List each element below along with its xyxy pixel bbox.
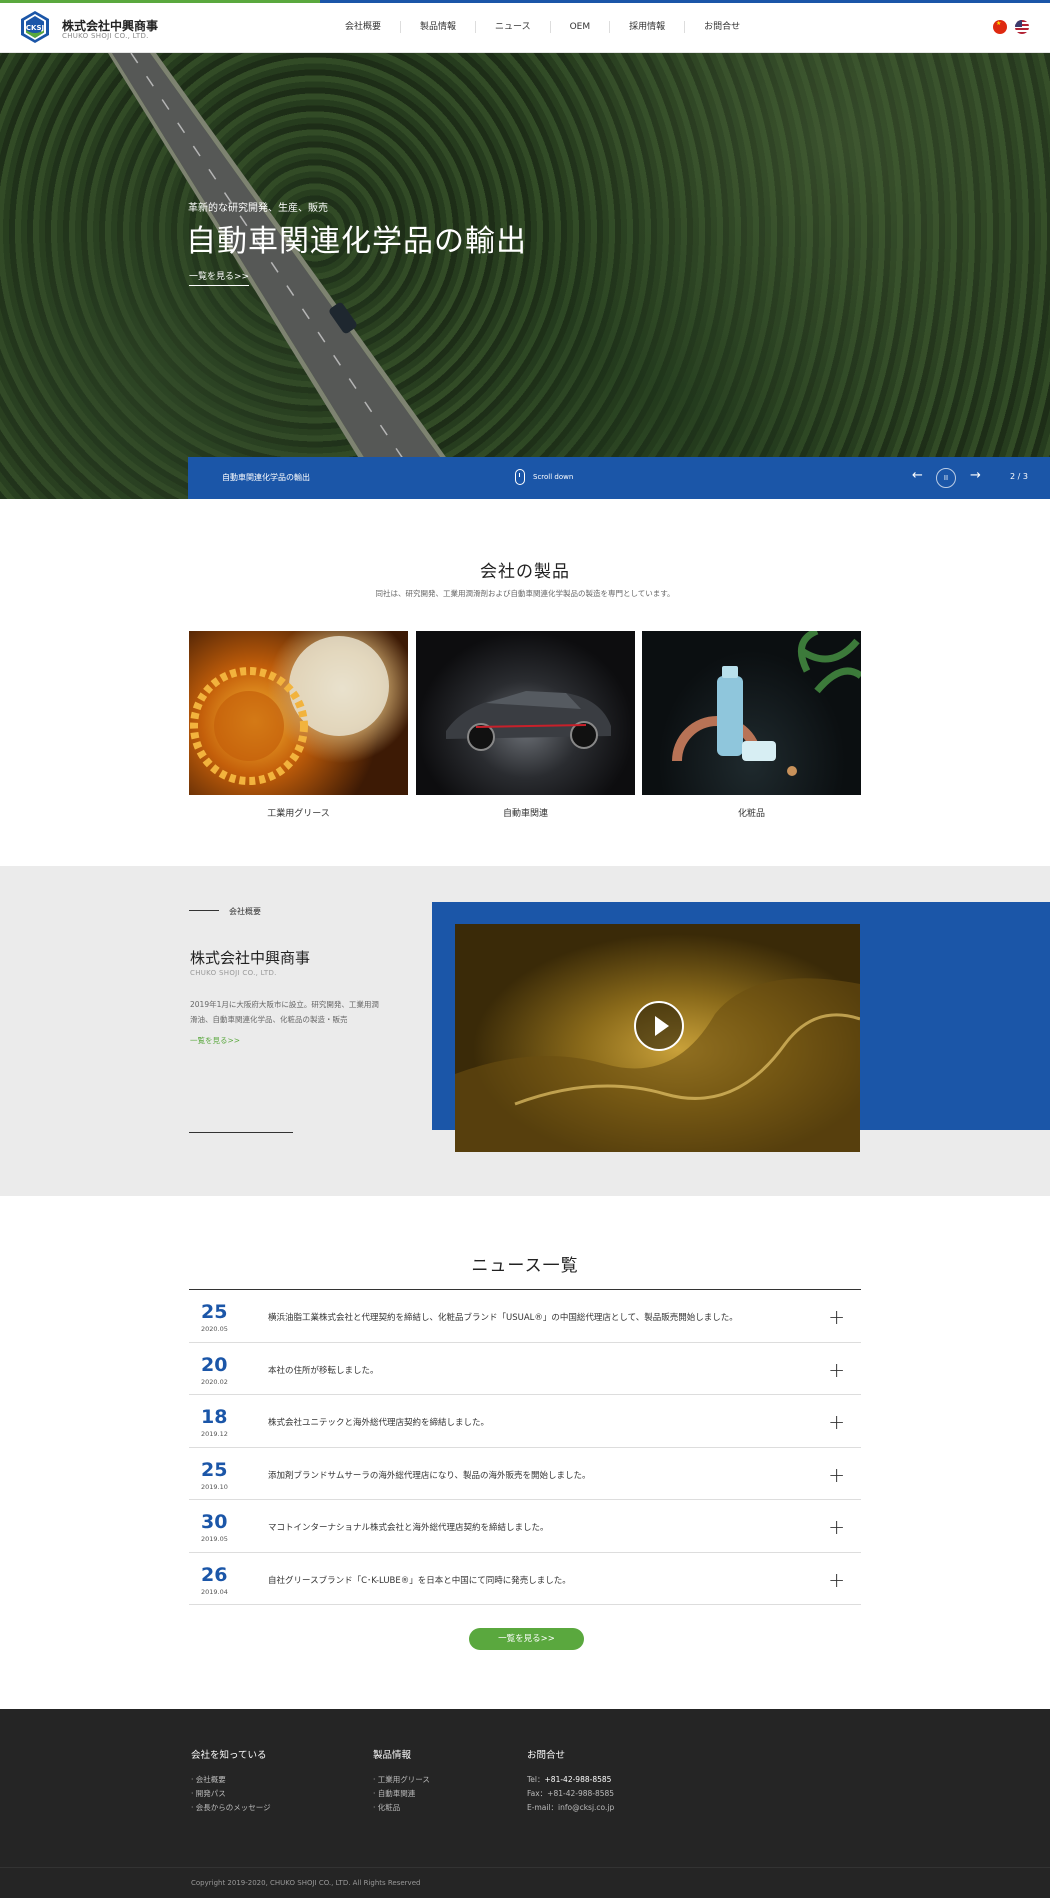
copyright-text: Copyright 2019-2020, CHUKO SHOJI CO., LT… [191,1879,421,1887]
site-footer: 会社を知っている 会社概要 開発パス 会長からのメッセージ 製品情報 工業用グリ… [0,1709,1050,1898]
footer-tel: Tel：+81-42-988-8585 [527,1775,612,1784]
news-day: 20 [201,1353,228,1376]
news-day: 18 [201,1406,228,1428]
main-nav: 会社概要 製品情報 ニュース OEM 採用情報 お問合せ [326,21,759,33]
scroll-down-label[interactable]: Scroll down [533,473,573,481]
company-logo[interactable]: CKSJ [20,10,50,44]
brand-name-en: CHUKO SHOJI CO., LTD. [62,32,149,40]
slide-counter: 2 / 3 [1010,472,1028,481]
news-item[interactable]: 26 2019.04 自社グリースブランド「C･K-LUBE®」を日本と中国にて… [189,1553,861,1605]
news-more-button[interactable]: 一覧を見る>> [469,1628,584,1650]
mouse-icon [515,469,525,485]
news-text: 株式会社ユニテックと海外総代理店契約を締結しました。 [268,1418,490,1428]
hero-more-link[interactable]: 一覧を見る>> [189,269,250,286]
news-item[interactable]: 20 2020.02 本社の住所が移転しました。 + [189,1343,861,1395]
products-desc: 同社は、研究開発、工業用潤滑剤および自動車関連化学製品の製造を専門としています。 [375,589,675,598]
news-item[interactable]: 18 2019.12 株式会社ユニテックと海外総代理店契約を締結しました。 + [189,1395,861,1448]
about-title: 株式会社中興商事 [190,949,311,967]
nav-oem[interactable]: OEM [551,21,611,33]
news-text: マコトインターナショナル株式会社と海外総代理店契約を締結しました。 [268,1523,549,1533]
about-label-line [189,910,219,911]
footer-link[interactable]: 自動車関連 [373,1787,430,1801]
about-more-link[interactable]: 一覧を見る>> [190,1035,240,1046]
arrow-right-icon[interactable]: → [970,468,981,483]
plus-icon[interactable]: + [828,1515,845,1539]
news-item[interactable]: 25 2019.10 添加剤ブランドサムサーラの海外総代理店になり、製品の海外販… [189,1448,861,1500]
us-flag-icon[interactable] [1015,20,1029,34]
footer-link[interactable]: 化粧品 [373,1801,430,1815]
footer-email[interactable]: E-mail：info@cksj.co.jp [527,1801,614,1815]
play-icon [655,1016,669,1036]
footer-col-products: 製品情報 工業用グリース 自動車関連 化粧品 [373,1747,430,1815]
news-text: 横浜油脂工業株式会社と代理契約を締結し、化粧品ブランド「USUAL®」の中国総代… [268,1313,738,1323]
news-day: 26 [201,1563,228,1586]
plus-icon[interactable]: + [828,1463,845,1487]
slide-caption: 自動車関連化学品の輸出 [222,473,310,482]
news-year-month: 2019.10 [201,1482,228,1491]
news-year-month: 2019.04 [201,1587,228,1596]
news-item[interactable]: 30 2019.05 マコトインターナショナル株式会社と海外総代理店契約を締結し… [189,1500,861,1553]
product-card-grease[interactable]: 工業用グリース [189,631,408,819]
product-card-auto[interactable]: 自動車関連 [416,631,635,819]
logo-text: CKSJ [26,24,44,32]
news-text: 添加剤ブランドサムサーラの海外総代理店になり、製品の海外販売を開始しました。 [268,1470,591,1481]
company-video[interactable] [455,924,860,1152]
about-title-en: CHUKO SHOJI CO., LTD. [190,969,277,977]
hero-subtitle: 革新的な研究開発、生産、販売 [188,203,328,214]
hero-title: 自動車関連化学品の輸出 [186,224,527,259]
plus-icon[interactable]: + [828,1568,845,1592]
footer-fax: Fax：+81-42-988-8585 [527,1789,615,1798]
footer-heading: 製品情報 [373,1750,412,1761]
slider-control-bar: 自動車関連化学品の輸出 Scroll down ← II → 2 / 3 [188,457,1050,499]
nav-recruit[interactable]: 採用情報 [610,21,686,33]
footer-heading: お問合せ [527,1750,566,1761]
footer-link[interactable]: 開発パス [191,1787,271,1801]
footer-link[interactable]: 会長からのメッセージ [191,1801,271,1815]
news-item[interactable]: 25 2020.05 横浜油脂工業株式会社と代理契約を締結し、化粧品ブランド「U… [189,1290,861,1343]
china-flag-icon[interactable] [993,20,1007,34]
play-button[interactable] [634,1001,684,1051]
footer-link[interactable]: 工業用グリース [373,1773,430,1787]
news-day: 30 [201,1511,228,1533]
about-text: 2019年1月に大阪府大阪市に設立。研究開発、工業用潤滑油、自動車関連化学品、化… [190,1000,379,1024]
nav-news[interactable]: ニュース [476,21,551,33]
car-image [416,631,635,795]
site-header: CKSJ 株式会社中興商事 CHUKO SHOJI CO., LTD. 会社概要… [0,3,1050,53]
footer-link[interactable]: 会社概要 [191,1773,271,1787]
phone-number[interactable]: +81-42-988-8585 [545,1775,612,1784]
products-title: 会社の製品 [480,562,570,582]
news-year-month: 2019.12 [201,1430,228,1438]
news-text: 自社グリースブランド「C･K-LUBE®」を日本と中国にて同時に発売しました。 [268,1575,571,1586]
nav-products[interactable]: 製品情報 [401,21,477,33]
product-name-auto: 自動車関連 [502,809,548,819]
news-day: 25 [201,1458,228,1481]
footer-col-contact: お問合せ Tel：+81-42-988-8585 Fax：+81-42-988-… [527,1747,614,1815]
footer-col-company: 会社を知っている 会社概要 開発パス 会長からのメッセージ [191,1747,271,1815]
product-name-cosmetics: 化粧品 [737,809,765,819]
footer-heading: 会社を知っている [191,1750,267,1761]
product-card-cosmetics[interactable]: 化粧品 [642,631,861,819]
cosmetics-image [642,631,861,795]
plus-icon[interactable]: + [828,1410,845,1434]
news-list: 25 2020.05 横浜油脂工業株式会社と代理契約を締結し、化粧品ブランド「U… [189,1289,861,1605]
about-label: 会社概要 [229,907,261,916]
plus-icon[interactable]: + [828,1358,845,1382]
hero-slider: 革新的な研究開発、生産、販売 自動車関連化学品の輸出 一覧を見る>> 自動車関連… [0,53,1050,499]
news-year-month: 2020.05 [201,1325,228,1333]
plus-icon[interactable]: + [828,1305,845,1329]
arrow-left-icon[interactable]: ← [912,468,923,483]
about-bottom-line [189,1132,293,1133]
news-title: ニュース一覧 [471,1256,579,1276]
grease-image [189,631,408,795]
news-day: 25 [201,1301,228,1323]
nav-company[interactable]: 会社概要 [326,21,402,33]
news-year-month: 2019.05 [201,1535,228,1543]
nav-contact[interactable]: お問合せ [685,21,759,33]
news-year-month: 2020.02 [201,1377,228,1386]
copyright-bar: Copyright 2019-2020, CHUKO SHOJI CO., LT… [0,1867,1050,1898]
about-section: 会社概要 株式会社中興商事 CHUKO SHOJI CO., LTD. 2019… [0,866,1050,1196]
product-name-grease: 工業用グリース [267,809,330,819]
pause-button[interactable]: II [936,468,956,488]
news-text: 本社の住所が移転しました。 [268,1365,379,1376]
